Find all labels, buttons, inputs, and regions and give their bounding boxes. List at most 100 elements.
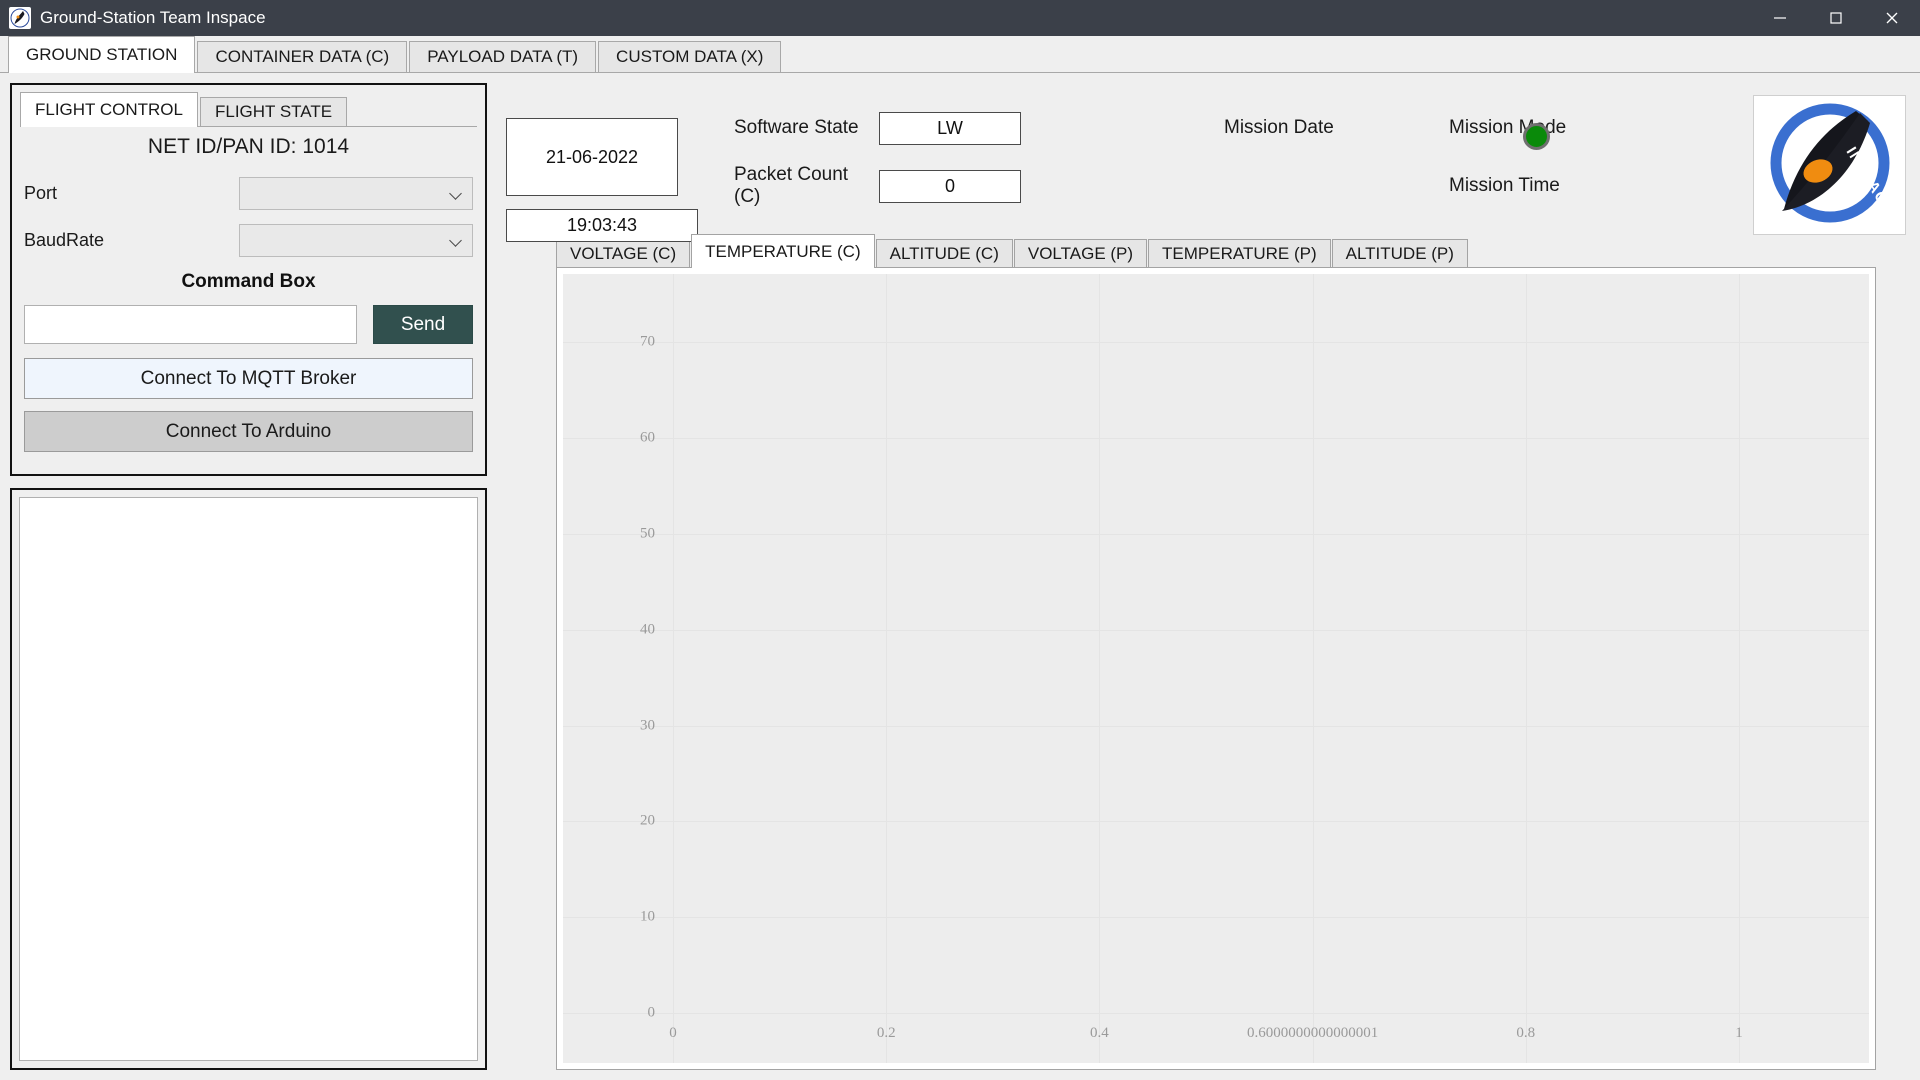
send-label: Send [401,314,445,336]
mission-mode-indicator [1523,123,1550,150]
status-grid: Software State LW Mission Date 21-06-202… [506,105,1566,242]
mission-date-value: 21-06-2022 [506,118,678,196]
y-axis-tick-label: 60 [640,430,655,447]
tab-flight-state[interactable]: FLIGHT STATE [200,97,347,126]
chart-tab-temperature-p[interactable]: TEMPERATURE (P) [1148,239,1331,267]
tab-label: CUSTOM DATA (X) [616,47,763,67]
x-axis-tick-label: 0.4 [1090,1025,1109,1042]
baudrate-select[interactable] [239,224,473,257]
tab-container-data[interactable]: CONTAINER DATA (C) [197,41,407,72]
y-axis-tick-label: 50 [640,525,655,542]
gridline-horizontal [563,821,1869,822]
port-select[interactable] [239,177,473,210]
x-axis-tick-label: 1 [1735,1025,1743,1042]
flight-tabstrip: FLIGHT CONTROL FLIGHT STATE [20,92,477,127]
window-titlebar: Ground-Station Team Inspace [0,0,1920,36]
gridline-horizontal [563,342,1869,343]
inspace-logo: INSPACE [1753,95,1906,235]
tab-label: CONTAINER DATA (C) [215,47,389,67]
gridline-horizontal [563,630,1869,631]
command-box-title: Command Box [20,271,477,293]
inspace-logo-icon: INSPACE [1760,101,1900,229]
tab-label: ALTITUDE (C) [890,244,999,264]
gridline-horizontal [563,917,1869,918]
x-axis-tick-label: 0.6000000000000001 [1247,1025,1378,1042]
status-bar: Software State LW Mission Date 21-06-202… [501,83,1910,233]
y-axis-tick-label: 30 [640,717,655,734]
left-column: FLIGHT CONTROL FLIGHT STATE NET ID/PAN I… [10,83,487,1070]
chart-tab-temperature-c[interactable]: TEMPERATURE (C) [691,234,875,268]
tab-flight-control[interactable]: FLIGHT CONTROL [20,92,198,127]
send-button[interactable]: Send [373,305,473,344]
gridline-vertical [673,274,674,1063]
gridline-horizontal [563,726,1869,727]
y-axis-tick-label: 40 [640,621,655,638]
gridline-horizontal [563,534,1869,535]
maximize-button[interactable] [1808,0,1864,36]
right-column: Software State LW Mission Date 21-06-202… [501,83,1910,1070]
tab-custom-data[interactable]: CUSTOM DATA (X) [598,41,781,72]
tab-ground-station[interactable]: GROUND STATION [8,36,195,73]
net-id-label: NET ID/PAN ID: 1014 [20,135,477,159]
chevron-down-icon [450,235,462,247]
tab-label: VOLTAGE (P) [1028,244,1133,264]
gridline-horizontal [563,438,1869,439]
connect-mqtt-label: Connect To MQTT Broker [141,368,357,390]
chart-panel: 0 10 20 30 40 50 60 70 0 0.2 0.4 0.6000000000000001… [556,267,1876,1070]
gridline-vertical [1099,274,1100,1063]
eagle-logo-icon [9,7,31,29]
ground-station-page: FLIGHT CONTROL FLIGHT STATE NET ID/PAN I… [0,73,1920,1080]
tab-label: VOLTAGE (C) [570,244,676,264]
gridline-vertical [1313,274,1314,1063]
command-input[interactable] [24,305,357,344]
y-axis-tick-label: 70 [640,334,655,351]
close-button[interactable] [1864,0,1920,36]
window-controls [1752,0,1920,36]
baudrate-label: BaudRate [24,230,239,251]
port-row: Port [20,177,477,210]
tab-label: ALTITUDE (P) [1346,244,1454,264]
main-tabstrip: GROUND STATION CONTAINER DATA (C) PAYLOA… [0,36,1920,73]
mission-time-value: 19:03:43 [506,209,698,242]
gridline-vertical [886,274,887,1063]
gridline-horizontal [563,1013,1869,1014]
flight-control-group: FLIGHT CONTROL FLIGHT STATE NET ID/PAN I… [10,83,487,476]
connect-arduino-label: Connect To Arduino [166,421,332,443]
y-axis-tick-label: 10 [640,909,655,926]
gridline-vertical [1739,274,1740,1063]
command-row: Send [20,305,477,344]
packet-count-value: 0 [879,170,1021,203]
gridline-vertical [1526,274,1527,1063]
tab-label: FLIGHT STATE [215,102,332,122]
mission-date-label: Mission Date [1224,117,1449,139]
tab-label: TEMPERATURE (C) [705,242,861,262]
tab-label: TEMPERATURE (P) [1162,244,1317,264]
tab-label: FLIGHT CONTROL [35,100,183,120]
port-label: Port [24,183,239,204]
window-title: Ground-Station Team Inspace [40,8,266,28]
x-axis-tick-label: 0.8 [1516,1025,1535,1042]
chart-tab-voltage-c[interactable]: VOLTAGE (C) [556,239,690,267]
y-axis-tick-label: 20 [640,813,655,830]
packet-count-label: Packet Count (C) [734,164,879,208]
connect-arduino-button[interactable]: Connect To Arduino [24,411,473,452]
software-state-label: Software State [734,117,879,139]
x-axis-tick-label: 0.2 [877,1025,896,1042]
y-axis-tick-label: 0 [648,1005,656,1022]
chevron-down-icon [450,188,462,200]
chart-tab-voltage-p[interactable]: VOLTAGE (P) [1014,239,1147,267]
chart-tab-altitude-p[interactable]: ALTITUDE (P) [1332,239,1468,267]
chart-tab-altitude-c[interactable]: ALTITUDE (C) [876,239,1013,267]
telemetry-log-text[interactable] [19,497,478,1061]
tab-label: PAYLOAD DATA (T) [427,47,578,67]
connect-mqtt-button[interactable]: Connect To MQTT Broker [24,358,473,399]
x-axis-tick-label: 0 [669,1025,677,1042]
tab-payload-data[interactable]: PAYLOAD DATA (T) [409,41,596,72]
telemetry-log-panel [10,488,487,1070]
status-led-icon [1523,123,1550,150]
software-state-value: LW [879,112,1021,145]
temperature-c-plot[interactable]: 0 10 20 30 40 50 60 70 0 0.2 0.4 0.6000000000000001… [563,274,1869,1063]
minimize-button[interactable] [1752,0,1808,36]
tab-label: GROUND STATION [26,45,177,65]
mission-time-label: Mission Time [1449,175,1566,197]
